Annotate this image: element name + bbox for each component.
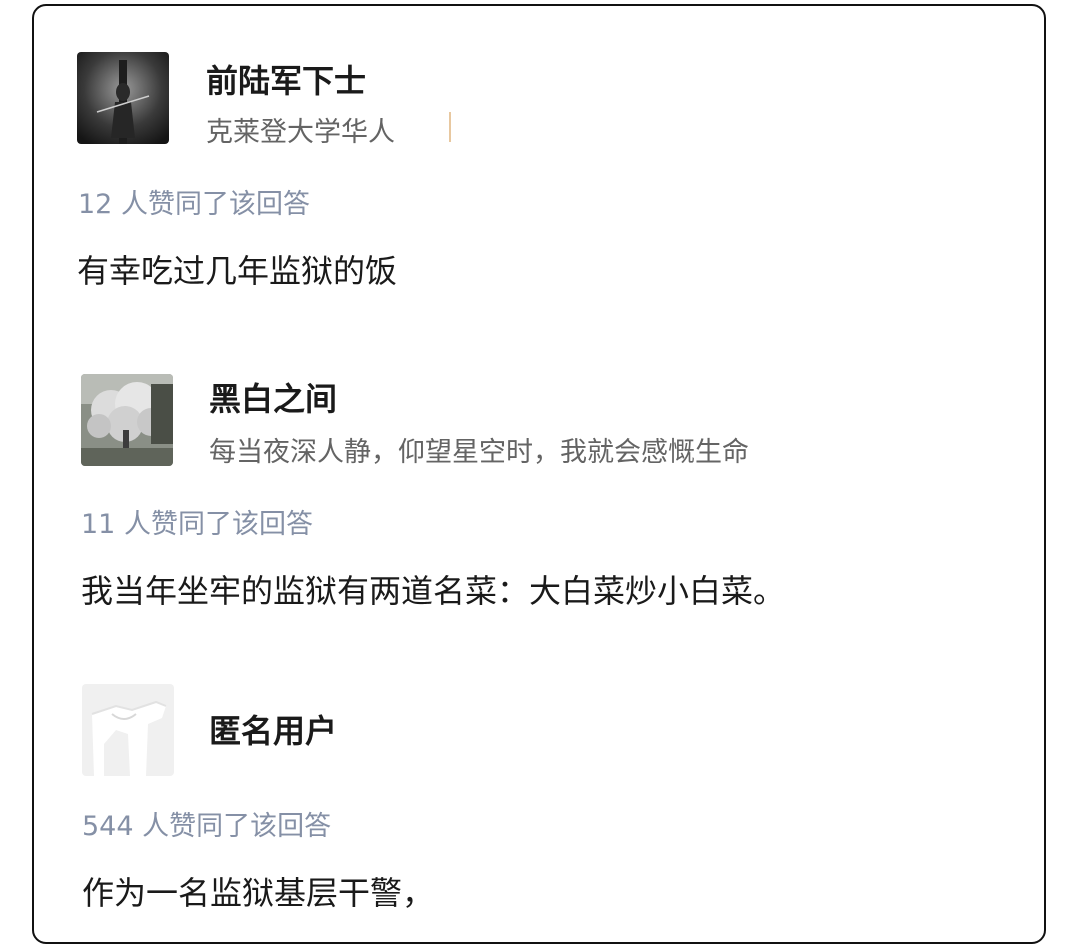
author-name[interactable]: 匿名用户 [209,706,337,752]
author-name[interactable]: 前陆军下士 [206,56,366,102]
silhouette-photo-avatar-icon[interactable] [77,52,169,144]
author-name[interactable]: 黑白之间 [209,374,337,420]
blossom-tree-avatar-icon[interactable] [81,374,173,466]
author-bio: 克莱登大学华人 [206,117,395,148]
answers-card: 前陆军下士 克莱登大学华人 12 人赞同了该回答 有幸吃过几年监狱的饭 黑白之间… [32,4,1046,944]
answer-content[interactable]: 我当年坐牢的监狱有两道名菜：大白菜炒小白菜。 [81,566,785,612]
vote-count: 11 人赞同了该回答 [81,509,313,540]
vote-count: 12 人赞同了该回答 [78,189,310,220]
text-cursor [449,112,451,142]
anonymous-user-avatar-icon[interactable] [82,684,174,776]
vote-count: 544 人赞同了该回答 [82,811,332,842]
answer-content[interactable]: 作为一名监狱基层干警， [82,868,434,914]
author-bio: 每当夜深人静，仰望星空时，我就会感慨生命 [209,437,749,468]
answer-content[interactable]: 有幸吃过几年监狱的饭 [77,246,397,292]
